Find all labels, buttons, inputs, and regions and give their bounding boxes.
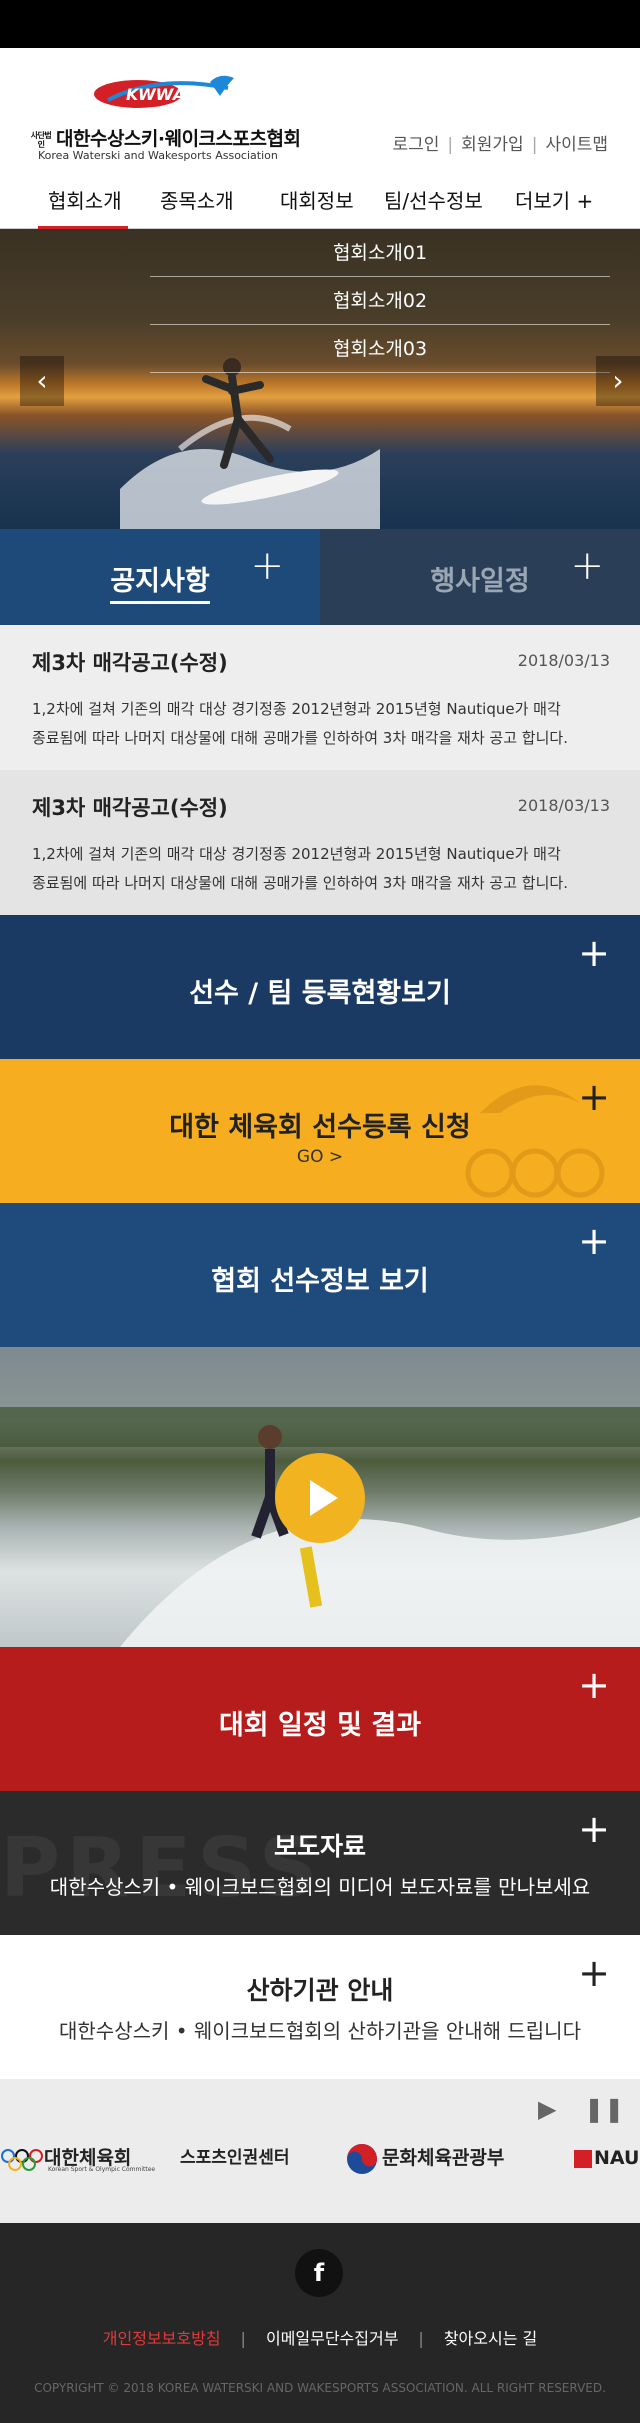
notice-item[interactable]: 제3차 매각공고(수정) 2018/03/13 1,2차에 걸쳐 기존의 매각 …	[0, 625, 640, 770]
top-black-bar	[0, 0, 640, 48]
org-name-ko: 사단법인 대한수상스키·웨이크스포츠협회	[30, 124, 301, 151]
login-link[interactable]: 로그인	[392, 130, 439, 155]
dropdown-item-about-02[interactable]: 협회소개02	[150, 277, 610, 325]
org-name-en: Korea Waterski and Wakesports Associatio…	[38, 149, 278, 162]
privacy-policy-link[interactable]: 개인정보보호방침	[103, 2325, 221, 2349]
divider: |	[447, 135, 454, 155]
notice-body-line: 1,2차에 걸쳐 기존의 매각 대상 경기정종 2012년형과 2015년형 N…	[32, 845, 561, 863]
nav-item-teams[interactable]: 팀/선수정보	[384, 173, 483, 229]
play-icon[interactable]: ▶	[538, 2095, 556, 2123]
hero-slider: 협회소개01 협회소개02 협회소개03 ‹ ›	[0, 229, 640, 529]
tab-notice[interactable]: 공지사항 +	[0, 529, 320, 625]
nav-item-more[interactable]: 더보기 +	[515, 173, 593, 229]
plus-icon[interactable]: +	[578, 1807, 610, 1851]
nav-item-sports[interactable]: 종목소개	[160, 173, 234, 229]
divider: |	[531, 135, 538, 155]
kwwa-logo[interactable]: KWWA	[88, 70, 264, 118]
notice-date: 2018/03/13	[517, 651, 610, 670]
notice-body: 1,2차에 걸쳐 기존의 매각 대상 경기정종 2012년형과 2015년형 N…	[32, 840, 610, 898]
nav-item-competitions[interactable]: 대회정보	[280, 173, 354, 229]
tab-events[interactable]: 행사일정 +	[320, 529, 640, 625]
press-banner[interactable]: PRESS 보도자료 대한수상스키 • 웨이크보드협회의 미디어 보도자료를 만…	[0, 1791, 640, 1935]
nautique-icon	[574, 2149, 592, 2168]
board-tabs: 공지사항 + 행사일정 +	[0, 529, 640, 625]
footer-links: 개인정보보호방침 | 이메일무단수집거부 | 찾아오시는 길	[0, 2325, 640, 2349]
results-banner[interactable]: 대회 일정 및 결과 +	[0, 1647, 640, 1791]
plus-icon[interactable]: +	[578, 1663, 610, 1707]
plus-icon[interactable]: +	[578, 931, 610, 975]
banner-label: 보도자료	[273, 1832, 366, 1861]
utility-links: 로그인 | 회원가입 | 사이트맵	[392, 130, 608, 155]
affiliates-banner[interactable]: 산하기관 안내 대한수상스키 • 웨이크보드협회의 산하기관을 안내해 드립니다…	[0, 1935, 640, 2079]
banner-label: 산하기관 안내	[246, 1976, 394, 2005]
banner-label: 선수 / 팀 등록현황보기	[189, 978, 451, 1009]
sitemap-link[interactable]: 사이트맵	[545, 130, 608, 155]
banner-label: 협회 선수정보 보기	[211, 1266, 429, 1297]
org-prefix: 사단법인	[30, 130, 52, 149]
no-email-collection-link[interactable]: 이메일무단수집거부	[266, 2325, 398, 2349]
notice-date: 2018/03/13	[517, 796, 610, 815]
dropdown-item-about-01[interactable]: 협회소개01	[150, 229, 610, 277]
plus-icon[interactable]: +	[250, 543, 284, 589]
plus-icon[interactable]: +	[570, 543, 604, 589]
plus-icon[interactable]: +	[578, 1951, 610, 1995]
svg-text:KWWA: KWWA	[126, 85, 185, 104]
banner-subtitle: 대한수상스키 • 웨이크보드협회의 산하기관을 안내해 드립니다	[59, 2019, 581, 2043]
slider-next-icon[interactable]: ›	[596, 356, 640, 406]
divider: |	[240, 2329, 246, 2348]
notice-body-line: 종료됨에 따라 나머지 대상물에 대해 공매가를 인하하여 3차 매각을 재차 …	[32, 874, 568, 892]
signup-link[interactable]: 회원가입	[461, 130, 524, 155]
olympic-rings-icon	[1, 2148, 43, 2171]
play-icon[interactable]	[275, 1453, 365, 1543]
notice-item[interactable]: 제3차 매각공고(수정) 2018/03/13 1,2차에 걸쳐 기존의 매각 …	[0, 770, 640, 915]
partner-logo-nautique[interactable]: NAU	[574, 2141, 639, 2175]
plus-icon[interactable]: +	[578, 1075, 610, 1119]
notice-body-line: 1,2차에 걸쳐 기존의 매각 대상 경기정종 2012년형과 2015년형 N…	[32, 700, 561, 718]
dropdown-item-about-03[interactable]: 협회소개03	[150, 325, 610, 373]
pause-icon[interactable]: ❚❚	[584, 2095, 624, 2123]
video-player[interactable]	[0, 1347, 640, 1647]
banner-label: 대한 체육회 선수등록 신청	[169, 1112, 471, 1143]
nav-item-about[interactable]: 협회소개	[48, 173, 122, 229]
partner-name: 문화체육관광부	[382, 2147, 505, 2169]
divider: |	[418, 2329, 424, 2348]
notice-body: 1,2차에 걸쳐 기존의 매각 대상 경기정종 2012년형과 2015년형 N…	[32, 695, 610, 753]
partner-logo-mcst[interactable]: 문화체육관광부	[344, 2141, 504, 2175]
org-name-ko-text: 대한수상스키·웨이크스포츠협회	[56, 128, 301, 150]
directions-link[interactable]: 찾아오시는 길	[444, 2325, 537, 2349]
slider-prev-icon[interactable]: ‹	[20, 356, 64, 406]
banner-label: 대회 일정 및 결과	[218, 1710, 422, 1741]
banner-subtitle: 대한수상스키 • 웨이크보드협회의 미디어 보도자료를 만나보세요	[49, 1875, 591, 1899]
site-footer: f 개인정보보호방침 | 이메일무단수집거부 | 찾아오시는 길 COPYRIGHT ©…	[0, 2223, 640, 2423]
main-nav: 협회소개 종목소개 대회정보 팀/선수정보 더보기 +	[0, 173, 640, 229]
about-dropdown-menu: 협회소개01 협회소개02 협회소개03	[150, 229, 610, 373]
partner-caption: Korean Sport & Olympic Committee	[48, 2166, 156, 2173]
partner-logo-kspo[interactable]: 대한체육회 Korean Sport & Olympic Committee	[0, 2141, 155, 2175]
notice-body-line: 종료됨에 따라 나머지 대상물에 대해 공매가를 인하하여 3차 매각을 재차 …	[32, 729, 568, 747]
korea-sports-registration-banner[interactable]: 대한 체육회 선수등록 신청 GO > +	[0, 1059, 640, 1203]
player-info-banner[interactable]: 협회 선수정보 보기 +	[0, 1203, 640, 1347]
go-link[interactable]: GO >	[0, 1147, 640, 1167]
site-header: KWWA 사단법인 대한수상스키·웨이크스포츠협회 Korea Waterski …	[0, 48, 640, 173]
taegeuk-icon	[347, 2143, 377, 2174]
registration-status-banner[interactable]: 선수 / 팀 등록현황보기 +	[0, 915, 640, 1059]
partner-logo-human-rights[interactable]: 스포츠인권센터	[180, 2141, 289, 2175]
partner-name: NAU	[594, 2147, 640, 2169]
partner-carousel: ▶ ❚❚ 대한체육회 Korean Sport & Olympic Commit…	[0, 2079, 640, 2223]
facebook-icon[interactable]: f	[295, 2249, 343, 2297]
copyright: COPYRIGHT © 2018 KOREA WATERSKI AND WAKE…	[34, 2381, 606, 2395]
plus-icon[interactable]: +	[578, 1219, 610, 1263]
